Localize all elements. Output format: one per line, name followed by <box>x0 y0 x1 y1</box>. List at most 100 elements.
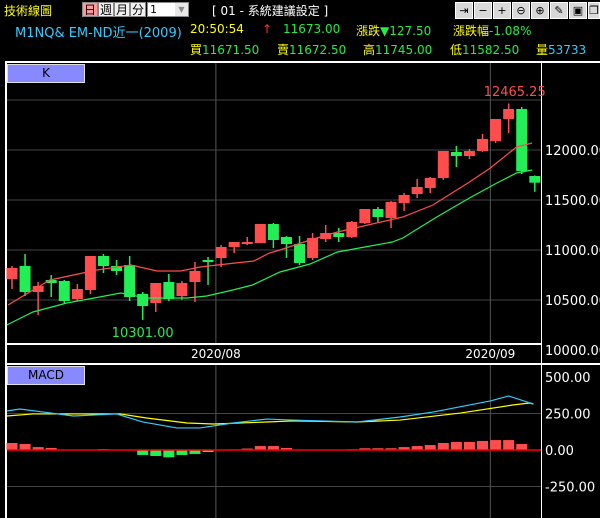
macd-histogram-bar <box>477 440 489 450</box>
change-pct-label: 漲跌幅 <box>453 24 490 38</box>
candle-down <box>529 176 541 183</box>
ask-value: 11672.50 <box>289 43 347 57</box>
volume-label: 量 <box>536 43 549 57</box>
panel-border-top <box>5 61 600 63</box>
change-label: 漲跌 <box>356 24 381 38</box>
period-week-button[interactable]: 週 <box>98 2 114 17</box>
macd-histogram-bar <box>437 442 449 450</box>
macd-tick-label: 500.00 <box>545 371 591 386</box>
candle-up <box>411 187 423 194</box>
plus-icon[interactable]: + <box>493 2 511 19</box>
price-tick-label: 10000.00 <box>545 344 600 359</box>
date-label: 2020/09 <box>465 347 515 361</box>
candle-up <box>398 195 410 203</box>
macd-tick-label: 0.00 <box>545 444 574 459</box>
candlesticks <box>6 103 541 320</box>
price-tick-label: 12000.00 <box>545 144 600 159</box>
candle-up <box>6 268 18 279</box>
symbol-name: M1NQ& EM-ND近一(2009) <box>15 26 182 41</box>
candle-up <box>241 242 253 244</box>
macd-panel-tab[interactable]: MACD <box>7 366 85 385</box>
candle-up <box>189 271 201 282</box>
chevron-down-icon: ▼ <box>175 3 188 16</box>
candle-up <box>424 178 436 188</box>
minus-icon[interactable]: − <box>474 2 492 19</box>
candle-down <box>450 152 462 156</box>
low-label: 低 <box>450 43 463 57</box>
candle-down <box>333 233 345 237</box>
last-price: 11673.00 <box>283 22 341 36</box>
price-panel-bottom-border <box>5 343 542 345</box>
period-minute-button[interactable]: 分 <box>130 2 146 17</box>
macd-histogram-bar <box>163 450 175 458</box>
macd-tick-label: 250.00 <box>545 408 591 423</box>
volume-value: 53733 <box>548 43 587 57</box>
macd-histogram-bar <box>503 440 515 450</box>
date-label: 2020/08 <box>191 347 241 361</box>
min-price-label: 10301.00 <box>112 326 174 341</box>
chart-canvas[interactable]: 2020/082020/0912465.2510301.0012000.0011… <box>0 0 600 518</box>
bid-value: 11671.50 <box>202 43 260 57</box>
price-tick-label: 11500.00 <box>545 194 600 209</box>
candle-up <box>176 283 188 296</box>
candle-up <box>228 242 240 247</box>
macd-histogram-bar <box>490 440 502 450</box>
period-select[interactable]: 1 ▼ <box>147 2 189 17</box>
macd-histogram-bar <box>516 444 528 450</box>
candle-down <box>372 209 384 217</box>
candle-down <box>516 109 528 171</box>
candle-up <box>490 119 502 141</box>
price-tick-label: 10500.00 <box>545 294 600 309</box>
window-icon[interactable]: ❐ <box>588 2 600 19</box>
period-day-button[interactable]: 日 <box>82 2 98 17</box>
k-panel-tab[interactable]: K <box>7 64 85 83</box>
arrow-up-icon: ↑ <box>262 22 273 36</box>
candle-down <box>58 281 70 301</box>
price-tick-label: 11000.00 <box>545 244 600 259</box>
draw-icon[interactable]: ✎ <box>550 2 568 19</box>
save-icon[interactable]: ▣ <box>569 2 587 19</box>
candle-down <box>267 224 279 240</box>
macd-histogram-bar <box>19 444 31 450</box>
y-axis-border <box>541 61 542 518</box>
macd-tick-label: -250.00 <box>545 481 595 496</box>
candle-down <box>124 265 136 297</box>
change-value: ▼127.50 <box>380 24 432 38</box>
candle-up <box>254 224 266 243</box>
macd-dif-line <box>6 395 534 429</box>
high-label: 高 <box>363 43 376 57</box>
low-value: 11582.50 <box>462 43 520 57</box>
macd-panel-top-border <box>5 363 600 365</box>
bid-label: 買 <box>190 43 203 57</box>
candle-down <box>202 260 214 262</box>
candle-up <box>385 202 397 218</box>
candle-down <box>137 294 149 306</box>
quote-time: 20:50:54 <box>190 22 244 36</box>
candle-up <box>359 209 371 223</box>
candle-down <box>294 244 306 263</box>
settings-label[interactable]: [ 01 - 系統建議設定 ] <box>212 2 328 19</box>
period-month-button[interactable]: 月 <box>114 2 130 17</box>
candle-up <box>215 247 227 258</box>
zoom-out-icon[interactable]: ⊖ <box>512 2 530 19</box>
max-price-label: 12465.25 <box>484 85 546 100</box>
candle-up <box>71 289 83 299</box>
zoom-in-icon[interactable]: ⊕ <box>531 2 549 19</box>
candle-up <box>463 151 475 156</box>
candle-up <box>503 109 515 119</box>
macd-histogram-bar <box>450 441 462 450</box>
pin-icon[interactable]: ⇥ <box>455 2 473 19</box>
period-select-value: 1 <box>150 3 157 16</box>
candle-down <box>19 266 31 292</box>
ask-label: 賣 <box>277 43 290 57</box>
candle-up <box>150 283 162 303</box>
macd-histogram-bar <box>463 441 475 450</box>
candle-up <box>477 139 489 151</box>
high-value: 11745.00 <box>375 43 433 57</box>
macd-histogram-bar <box>6 442 18 450</box>
window-title: 技術線圖 <box>4 4 53 18</box>
change-pct-value: -1.08% <box>489 24 532 38</box>
candle-up <box>84 256 96 290</box>
macd-series <box>6 395 541 458</box>
candle-down <box>280 237 292 244</box>
